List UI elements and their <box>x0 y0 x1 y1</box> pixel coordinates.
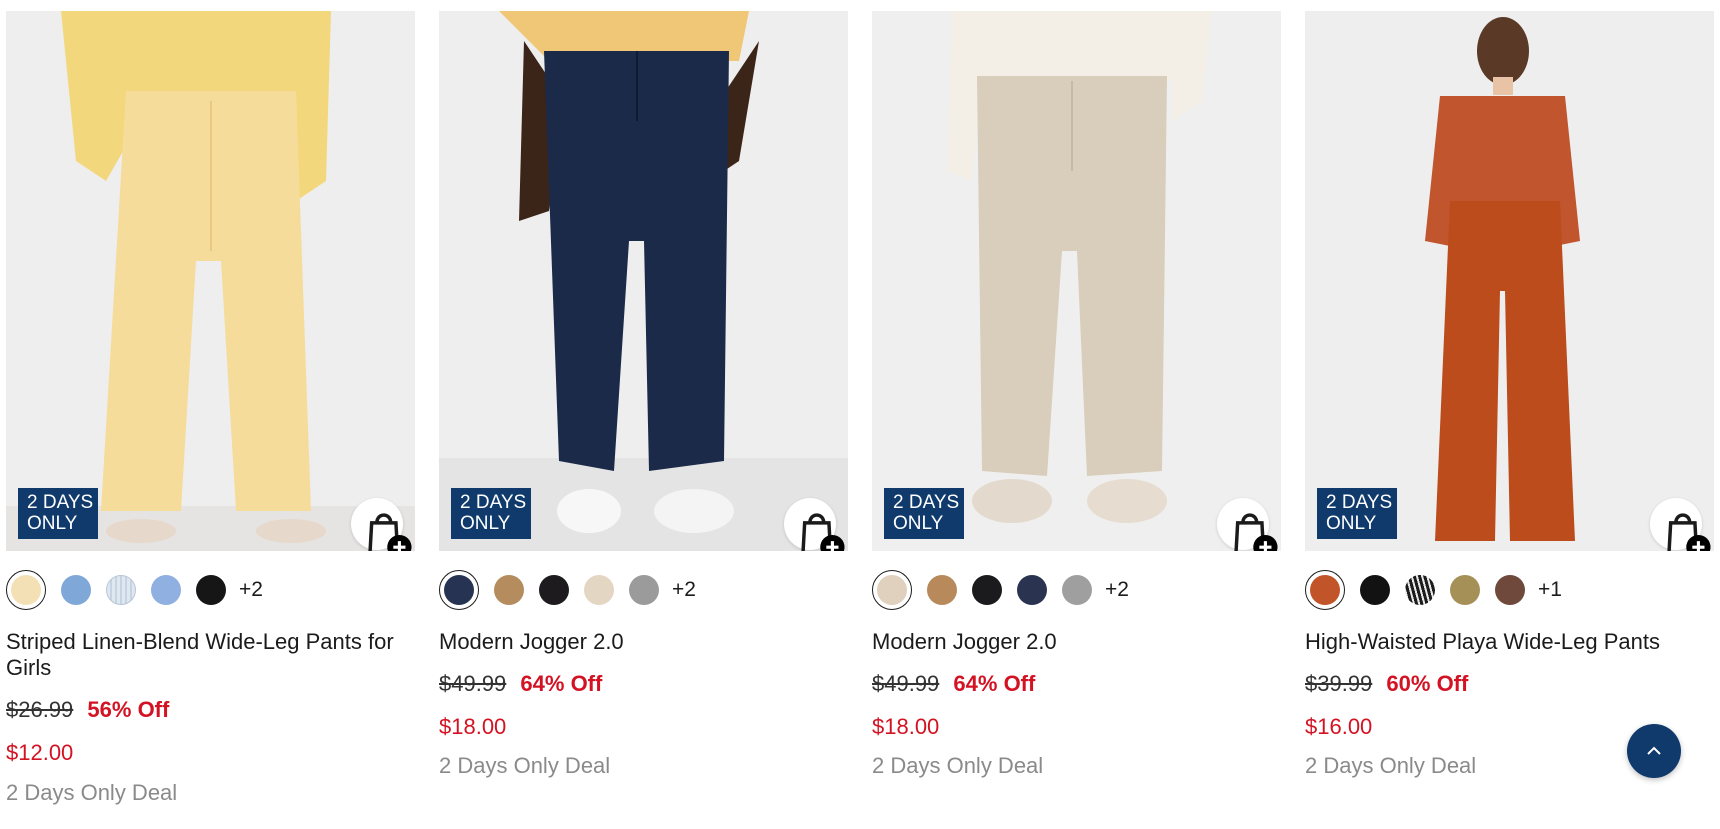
two-days-only-badge: 2 DAYS ONLY <box>18 488 98 539</box>
original-price: $49.99 <box>439 671 507 696</box>
badge-line-1: 2 DAYS <box>893 492 960 513</box>
original-price: $49.99 <box>872 671 940 696</box>
deal-text: 2 Days Only Deal <box>439 753 611 778</box>
badge-line-1: 2 DAYS <box>27 492 94 513</box>
color-swatch[interactable] <box>494 575 524 605</box>
color-swatch[interactable] <box>584 575 614 605</box>
two-days-only-badge: 2 DAYS ONLY <box>1317 488 1397 539</box>
badge-line-1: 2 DAYS <box>460 492 527 513</box>
color-swatch[interactable] <box>1450 575 1480 605</box>
color-swatch[interactable] <box>972 575 1002 605</box>
color-swatch-selected[interactable] <box>439 570 479 610</box>
color-swatch-selected[interactable] <box>872 570 912 610</box>
color-swatch-selected[interactable] <box>6 570 46 610</box>
color-swatches: +2 <box>6 570 263 610</box>
price-row: $49.99 64% Off <box>872 671 1035 697</box>
color-swatch[interactable] <box>1017 575 1047 605</box>
product-image[interactable]: 2 DAYS ONLY <box>1305 11 1714 551</box>
quick-add-button[interactable] <box>784 498 845 551</box>
badge-line-2: ONLY <box>1326 513 1377 534</box>
discount-percent: 64% Off <box>953 671 1036 696</box>
color-swatch[interactable] <box>539 575 569 605</box>
color-swatch[interactable] <box>629 575 659 605</box>
product-image[interactable]: 2 DAYS ONLY <box>6 11 415 551</box>
badge-line-2: ONLY <box>460 513 511 534</box>
sale-price: $12.00 <box>6 740 74 765</box>
more-colors-link[interactable]: +2 <box>1105 578 1129 602</box>
color-swatches: +2 <box>872 570 1129 610</box>
price-row: $26.99 56% Off <box>6 697 169 723</box>
color-swatch[interactable] <box>196 575 226 605</box>
badge-line-2: ONLY <box>893 513 944 534</box>
sale-price: $18.00 <box>439 714 507 739</box>
discount-percent: 60% Off <box>1386 671 1469 696</box>
original-price: $26.99 <box>6 697 74 722</box>
shopping-bag-plus-icon <box>1234 513 1278 551</box>
color-swatch[interactable] <box>1405 575 1435 605</box>
chevron-up-icon <box>1647 746 1661 755</box>
product-image[interactable]: 2 DAYS ONLY <box>439 11 848 551</box>
two-days-only-badge: 2 DAYS ONLY <box>451 488 531 539</box>
product-title[interactable]: Modern Jogger 2.0 <box>872 629 1281 655</box>
quick-add-button[interactable] <box>351 498 412 551</box>
product-title[interactable]: High-Waisted Playa Wide-Leg Pants <box>1305 629 1714 655</box>
original-price: $39.99 <box>1305 671 1373 696</box>
price-row: $39.99 60% Off <box>1305 671 1468 697</box>
color-swatch[interactable] <box>151 575 181 605</box>
more-colors-link[interactable]: +2 <box>672 578 696 602</box>
shopping-bag-plus-icon <box>368 513 412 551</box>
color-swatch-selected[interactable] <box>1305 570 1345 610</box>
sale-price: $16.00 <box>1305 714 1373 739</box>
sale-price: $18.00 <box>872 714 940 739</box>
product-image[interactable]: 2 DAYS ONLY <box>872 11 1281 551</box>
two-days-only-badge: 2 DAYS ONLY <box>884 488 964 539</box>
badge-line-1: 2 DAYS <box>1326 492 1393 513</box>
badge-line-2: ONLY <box>27 513 78 534</box>
price-row: $49.99 64% Off <box>439 671 602 697</box>
more-colors-link[interactable]: +1 <box>1538 578 1562 602</box>
scroll-to-top-button[interactable] <box>1627 724 1681 778</box>
color-swatch[interactable] <box>927 575 957 605</box>
product-title[interactable]: Striped Linen-Blend Wide-Leg Pants for G… <box>6 629 415 681</box>
deal-text: 2 Days Only Deal <box>6 780 178 805</box>
deal-text: 2 Days Only Deal <box>1305 753 1477 778</box>
quick-add-button[interactable] <box>1217 498 1278 551</box>
color-swatch[interactable] <box>106 575 136 605</box>
product-grid: 2 DAYS ONLY +2 Striped Linen-Blend Wide-… <box>0 0 1720 829</box>
discount-percent: 56% Off <box>87 697 170 722</box>
product-title[interactable]: Modern Jogger 2.0 <box>439 629 848 655</box>
color-swatch[interactable] <box>1360 575 1390 605</box>
color-swatches: +2 <box>439 570 696 610</box>
color-swatch[interactable] <box>61 575 91 605</box>
quick-add-button[interactable] <box>1650 498 1711 551</box>
color-swatches: +1 <box>1305 570 1562 610</box>
discount-percent: 64% Off <box>520 671 603 696</box>
deal-text: 2 Days Only Deal <box>872 753 1044 778</box>
shopping-bag-plus-icon <box>801 513 845 551</box>
more-colors-link[interactable]: +2 <box>239 578 263 602</box>
color-swatch[interactable] <box>1062 575 1092 605</box>
shopping-bag-plus-icon <box>1667 513 1711 551</box>
color-swatch[interactable] <box>1495 575 1525 605</box>
